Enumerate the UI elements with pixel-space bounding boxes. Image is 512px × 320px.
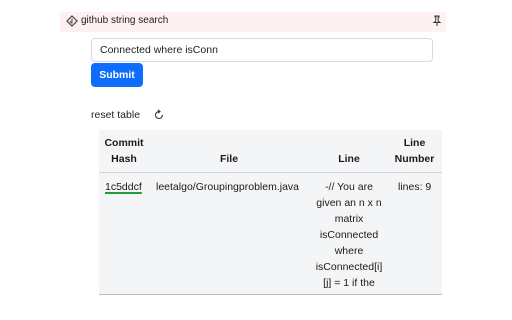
commit-hash-link[interactable]: 1c5ddcf: [105, 179, 142, 195]
header-line-number: Line Number: [394, 137, 435, 165]
header-commit-hash: Commit Hash: [104, 137, 144, 165]
app-title: github string search: [81, 15, 169, 26]
header-line: Line: [338, 153, 360, 165]
line-number-cell: lines: 9: [398, 181, 432, 193]
table-header: Commit Hash File Line Line Number: [99, 130, 442, 173]
search-input[interactable]: Connected where isConn: [91, 38, 433, 62]
pin-icon[interactable]: [432, 15, 442, 27]
reset-table-link[interactable]: reset table: [91, 109, 140, 121]
extension-header: github string search: [60, 12, 446, 32]
refresh-icon[interactable]: [153, 109, 165, 121]
row-divider: [99, 294, 442, 295]
submit-button[interactable]: Submit: [91, 63, 143, 87]
file-path-cell: leetalgo/Groupingproblem.java: [156, 181, 300, 193]
header-file: File: [219, 153, 239, 165]
results-table: Commit Hash File Line Line Number 1c5ddc…: [99, 130, 442, 295]
line-text-cell: -// You are given an n x n matrix isConn…: [315, 181, 383, 289]
diamond-logo-icon: [66, 15, 78, 27]
